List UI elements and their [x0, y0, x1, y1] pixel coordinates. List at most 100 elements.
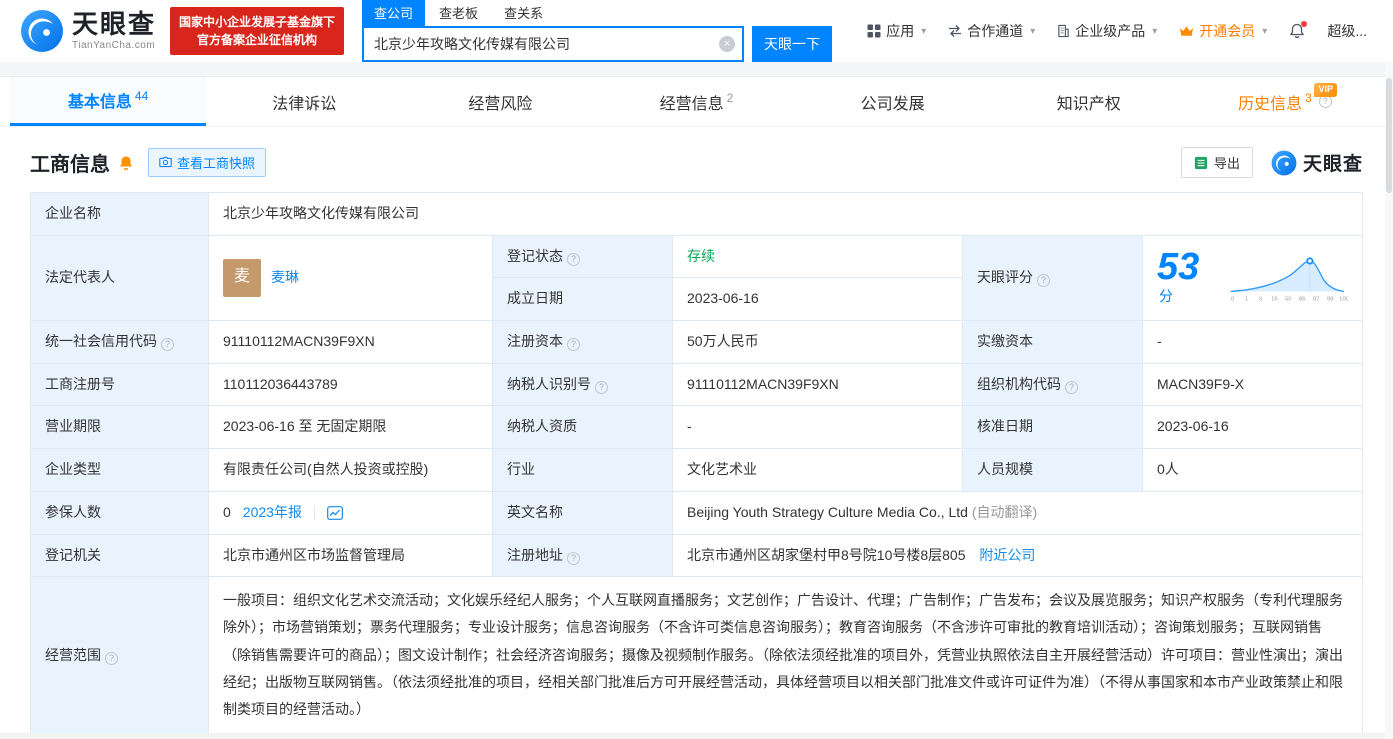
bottom-divider: [0, 733, 1385, 739]
table-row: 营业期限 2023-06-16 至 无固定期限 纳税人资质 - 核准日期 202…: [30, 405, 1363, 450]
field-label: 组织机构代码: [962, 362, 1143, 407]
trend-chart-icon[interactable]: [327, 505, 343, 520]
camera-icon: [159, 156, 172, 168]
help-icon[interactable]: [161, 338, 174, 352]
score-cell: 53分 0 1 3 15 50 85 97 99 10: [1142, 234, 1363, 322]
help-icon[interactable]: [1065, 380, 1078, 394]
scrollbar-thumb[interactable]: [1386, 78, 1392, 193]
tab-company-development[interactable]: 公司发展: [795, 77, 991, 126]
table-row: 参保人数 0 2023年报 英文名称 Beijing Youth Strateg…: [30, 490, 1363, 535]
header-divider-band: [0, 62, 1393, 77]
notification-bell[interactable]: [1289, 21, 1308, 39]
insured-count-cell: 0 2023年报: [208, 490, 493, 535]
field-label: 企业类型: [30, 448, 209, 492]
business-info-header: 工商信息 查看工商快照 导出 天眼查: [30, 147, 1363, 178]
search-tab-relation[interactable]: 查关系: [492, 0, 555, 26]
field-label: 营业期限: [30, 405, 209, 450]
main-content: 工商信息 查看工商快照 导出 天眼查 企业名称 北京少年攻略文化传媒有限公司 法…: [0, 147, 1393, 735]
crown-icon: [1180, 26, 1194, 36]
section-title: 工商信息: [30, 154, 110, 176]
svg-text:50: 50: [1285, 296, 1292, 302]
field-label: 注册资本: [492, 320, 673, 364]
business-snapshot-button[interactable]: 查看工商快照: [148, 148, 267, 177]
company-section-tabs: 基本信息44 法律诉讼 经营风险 经营信息2 公司发展 知识产权 历史信息3 V…: [0, 77, 1393, 127]
tab-intellectual-property[interactable]: 知识产权: [991, 77, 1187, 126]
official-credit-badge: 国家中小企业发展子基金旗下 官方备案企业征信机构: [170, 7, 345, 55]
page-scrollbar[interactable]: [1385, 62, 1393, 739]
tianyan-score: 53分: [1157, 246, 1200, 305]
help-icon[interactable]: [1037, 274, 1050, 288]
help-icon[interactable]: [567, 252, 580, 266]
table-row: 经营范围 一般项目：组织文化艺术交流活动；文化娱乐经纪人服务；个人互联网直播服务…: [30, 576, 1363, 735]
help-icon[interactable]: [567, 338, 580, 352]
table-row: 统一社会信用代码 91110112MACN39F9XN 注册资本 50万人民币 …: [30, 320, 1363, 364]
english-name-cell: Beijing Youth Strategy Culture Media Co.…: [672, 490, 1363, 535]
menu-user[interactable]: 超级...: [1327, 21, 1367, 41]
search-tab-company[interactable]: 查公司: [362, 0, 426, 26]
svg-text:97: 97: [1313, 296, 1319, 302]
taxpayer-quality-value: -: [672, 405, 963, 450]
field-label: 行业: [492, 448, 673, 492]
help-icon[interactable]: [1318, 95, 1332, 108]
menu-enterprise-products[interactable]: 企业级产品: [1057, 21, 1157, 41]
credit-code-value: 91110112MACN39F9XN: [208, 320, 493, 364]
table-row: 工商注册号 110112036443789 纳税人识别号 91110112MAC…: [30, 362, 1363, 407]
table-row: 登记机关 北京市通州区市场监督管理局 注册地址 北京市通州区胡家堡村甲8号院10…: [30, 533, 1363, 578]
tianyancha-logo-icon: [1271, 150, 1297, 175]
search-tab-boss[interactable]: 查老板: [427, 0, 490, 26]
establish-date-value: 2023-06-16: [672, 277, 963, 322]
top-header: 天眼查 TianYanCha.com 国家中小企业发展子基金旗下 官方备案企业征…: [0, 0, 1393, 62]
field-label: 法定代表人: [30, 234, 209, 322]
top-menu: 应用 合作通道 企业级产品 开通会员: [867, 21, 1367, 41]
tab-basic-info[interactable]: 基本信息 44: [10, 77, 207, 126]
menu-cooperation[interactable]: 合作通道: [948, 21, 1035, 41]
legal-rep-avatar[interactable]: 麦: [223, 258, 261, 297]
field-label: 纳税人识别号: [492, 362, 673, 407]
table-row: 企业类型 有限责任公司(自然人投资或控股) 行业 文化艺术业 人员规模 0人: [30, 448, 1363, 492]
annual-report-link[interactable]: 2023年报: [243, 502, 302, 524]
svg-text:0: 0: [1231, 296, 1235, 302]
reg-address-cell: 北京市通州区胡家堡村甲8号院10号楼8层805 附近公司: [672, 533, 1363, 578]
watermark-logo: 天眼查: [1271, 149, 1363, 176]
legal-rep-link[interactable]: 麦琳: [271, 267, 299, 289]
field-label: 经营范围: [30, 576, 209, 735]
business-scope-cell: 一般项目：组织文化艺术交流活动；文化娱乐经纪人服务；个人互联网直播服务；文艺创作…: [208, 576, 1363, 735]
search-button[interactable]: 天眼一下: [752, 26, 833, 62]
menu-open-vip[interactable]: 开通会员: [1179, 21, 1267, 41]
staff-size-value: 0人: [1142, 448, 1363, 492]
company-type-value: 有限责任公司(自然人投资或控股): [208, 448, 493, 492]
building-icon: [1058, 24, 1069, 38]
field-label: 天眼评分: [962, 234, 1143, 322]
field-label: 注册地址: [492, 533, 673, 578]
help-icon[interactable]: [567, 551, 580, 565]
tab-operation-risk[interactable]: 经营风险: [402, 77, 598, 126]
field-label: 工商注册号: [30, 362, 209, 407]
tab-legal-litigation[interactable]: 法律诉讼: [206, 77, 402, 126]
taxpayer-id-value: 91110112MACN39F9XN: [672, 362, 963, 407]
badge-line2: 官方备案企业征信机构: [197, 33, 318, 47]
nearby-companies-link[interactable]: 附近公司: [979, 547, 1035, 563]
clear-search-icon[interactable]: [719, 36, 736, 52]
svg-text:15: 15: [1272, 296, 1278, 302]
tianyancha-logo[interactable]: 天眼查 TianYanCha.com: [20, 9, 156, 53]
field-label: 企业名称: [30, 192, 209, 236]
table-row: 法定代表人 麦 麦琳 登记状态 存续 天眼评分 53分: [30, 234, 1363, 322]
brand-domain: TianYanCha.com: [72, 40, 156, 51]
tianyancha-logo-icon: [21, 10, 63, 52]
export-button[interactable]: 导出: [1180, 147, 1253, 178]
svg-text:100: 100: [1340, 296, 1348, 302]
menu-apps[interactable]: 应用: [867, 21, 926, 41]
tab-history-info[interactable]: 历史信息3 VIP: [1187, 77, 1383, 126]
subscribe-bell-icon[interactable]: [118, 155, 134, 171]
score-distribution-chart: 0 1 3 15 50 85 97 99 100: [1231, 257, 1348, 302]
apps-grid-icon: [867, 24, 881, 38]
help-icon[interactable]: [595, 380, 608, 394]
search-input[interactable]: [362, 26, 745, 62]
vip-badge: VIP: [1314, 83, 1337, 97]
field-label: 英文名称: [492, 490, 673, 535]
help-icon[interactable]: [105, 651, 118, 665]
company-name-value: 北京少年攻略文化传媒有限公司: [208, 192, 1363, 236]
business-term-value: 2023-06-16 至 无固定期限: [208, 405, 493, 450]
tab-operation-info[interactable]: 经营信息 2: [598, 77, 794, 126]
field-label: 核准日期: [962, 405, 1143, 450]
